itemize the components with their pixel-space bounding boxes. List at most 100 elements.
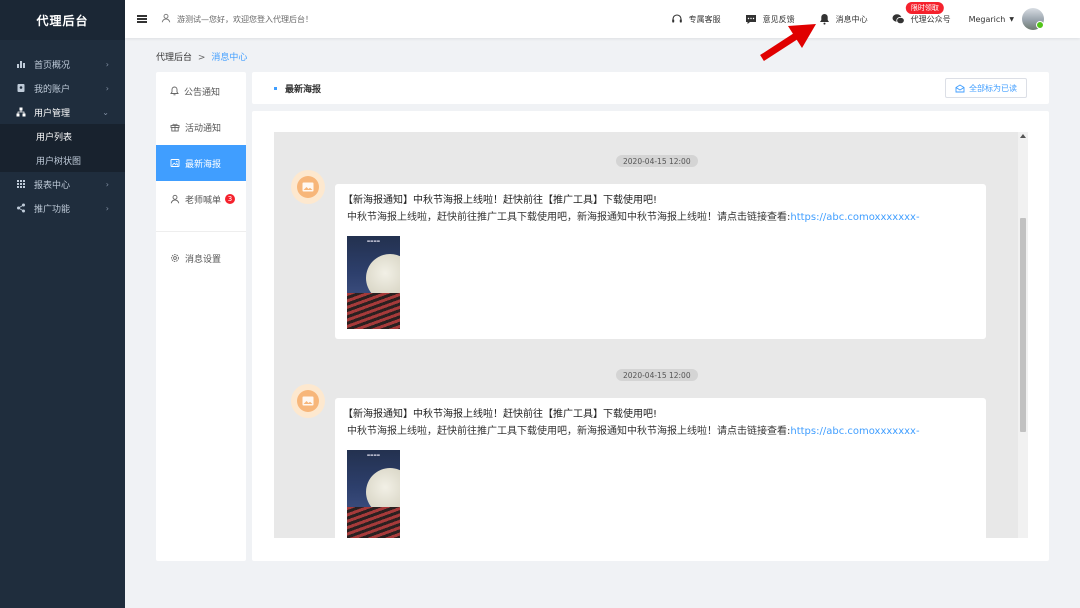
message-bubble: 【新海报通知】中秋节海报上线啦！赶快前往【推广工具】下载使用吧! 中秋节海报上线… <box>335 398 986 538</box>
message-bubble: 【新海报通知】中秋节海报上线啦！赶快前往【推广工具】下载使用吧! 中秋节海报上线… <box>335 184 986 339</box>
envelope-open-icon <box>955 83 965 93</box>
share-icon <box>16 203 26 213</box>
message-link[interactable]: https://abc.comoxxxxxxx- <box>790 212 919 223</box>
mark-all-read-button[interactable]: 全部标为已读 <box>945 78 1027 98</box>
unread-count-badge: 3 <box>225 194 236 204</box>
title-marker <box>274 86 277 90</box>
image-placeholder-icon <box>302 182 314 192</box>
message-timestamp: 2020-04-15 12:00 <box>616 155 698 167</box>
welcome-message: 游测试—您好，欢迎您登入代理后台！ <box>161 13 313 25</box>
panel-title: 最新海报 <box>285 84 322 95</box>
message-title: 【新海报通知】中秋节海报上线啦！赶快前往【推广工具】下载使用吧! <box>343 195 658 206</box>
username: Megarich <box>968 14 1006 24</box>
message-link[interactable]: https://abc.comoxxxxxxx- <box>790 426 919 437</box>
message-center-label: 消息中心 <box>835 14 868 24</box>
nav-label: 老师喊单 <box>185 195 222 206</box>
poster-thumbnail[interactable]: ▬▬▬▬ <box>347 236 400 329</box>
sidebar-subitem-user-list[interactable]: 用户列表 <box>0 124 125 148</box>
sidebar-item-promotion[interactable]: 推广功能 › <box>0 196 125 220</box>
chevron-right-icon: › <box>105 203 109 213</box>
breadcrumb-root[interactable]: 代理后台 <box>156 53 192 63</box>
gear-icon <box>170 253 180 263</box>
avatar[interactable] <box>1022 8 1044 30</box>
breadcrumb: 代理后台 > 消息中心 <box>156 50 247 63</box>
bar-chart-icon <box>16 59 26 69</box>
message-title: 【新海报通知】中秋节海报上线啦！赶快前往【推广工具】下载使用吧! <box>343 409 658 420</box>
poster-header-decoration: ▬▬▬▬ <box>366 453 381 457</box>
bell-icon <box>170 86 179 96</box>
wechat-icon <box>892 13 905 25</box>
message-body: 中秋节海报上线啦，赶快前往推广工具下载使用吧，新海报通知中秋节海报上线啦！请点击… <box>343 211 978 225</box>
breadcrumb-separator: > <box>197 53 206 63</box>
sender-avatar <box>291 384 325 418</box>
promo-badge: 限时领取 <box>905 2 944 14</box>
nav-activities[interactable]: 活动通知 <box>156 109 246 145</box>
message-body-text: 中秋节海报上线啦，赶快前往推广工具下载使用吧，新海报通知中秋节海报上线啦！请点击… <box>347 212 791 223</box>
poster-header-decoration: ▬▬▬▬ <box>366 239 381 243</box>
message-body-text: 中秋节海报上线啦，赶快前往推广工具下载使用吧，新海报通知中秋节海报上线啦！请点击… <box>347 426 791 437</box>
user-outline-icon <box>161 13 171 25</box>
wechat-label: 代理公众号 <box>910 14 951 24</box>
annotation-arrow-icon <box>760 24 816 61</box>
org-tree-icon <box>16 107 26 117</box>
sidebar-item-label: 首页概况 <box>34 60 71 71</box>
poster-roof <box>347 293 400 329</box>
sidebar-item-label: 用户管理 <box>34 108 71 119</box>
nav-teacher-calls[interactable]: 老师喊单 3 <box>156 181 246 217</box>
top-header: 游测试—您好，欢迎您登入代理后台！ 专属客服 意见反馈 消息中心 限时领取 代理… <box>125 0 1080 38</box>
comment-icon <box>745 13 757 25</box>
chevron-right-icon: › <box>105 59 109 69</box>
sidebar-submenu: 用户列表 用户树状图 <box>0 124 125 172</box>
nav-label: 活动通知 <box>185 123 222 134</box>
nav-label: 消息设置 <box>185 254 222 265</box>
nav-announcements[interactable]: 公告通知 <box>156 73 246 109</box>
header-actions: 专属客服 意见反馈 消息中心 限时领取 代理公众号 Megarich ▼ <box>659 0 1080 38</box>
sidebar-item-label: 报表中心 <box>34 180 71 191</box>
bell-icon <box>819 13 830 25</box>
nav-latest-posters[interactable]: 最新海报 <box>156 145 246 181</box>
sidebar-item-user-management[interactable]: 用户管理 ⌄ <box>0 100 125 124</box>
sidebar-menu: 首页概况 › 我的账户 › 用户管理 ⌄ 用户列表 用户树状图 报表中心 › 推… <box>0 52 125 220</box>
sidebar-subitem-user-tree[interactable]: 用户树状图 <box>0 148 125 172</box>
menu-toggle-icon[interactable] <box>137 15 147 23</box>
nav-divider <box>156 231 246 232</box>
message-content-card: 2020-04-15 12:00 【新海报通知】中秋节海报上线啦！赶快前往【推广… <box>252 111 1049 561</box>
wechat-account-button[interactable]: 限时领取 代理公众号 <box>880 0 963 38</box>
caret-down-icon: ▼ <box>1009 15 1014 23</box>
app-logo: 代理后台 <box>0 0 125 40</box>
breadcrumb-current: 消息中心 <box>211 53 248 63</box>
chevron-right-icon: › <box>105 83 109 93</box>
message-timestamp: 2020-04-15 12:00 <box>616 369 698 381</box>
scroll-up-arrow-icon[interactable] <box>1020 134 1026 138</box>
gift-icon <box>170 122 180 132</box>
feed-scrollbar[interactable] <box>1018 132 1028 538</box>
message-body: 中秋节海报上线啦，赶快前往推广工具下载使用吧，新海报通知中秋节海报上线啦！请点击… <box>343 425 978 439</box>
poster-roof <box>347 507 400 538</box>
message-category-nav: 公告通知 活动通知 最新海报 老师喊单 3 消息设置 <box>156 72 246 561</box>
support-button[interactable]: 专属客服 <box>659 0 733 38</box>
image-placeholder-icon <box>302 396 314 406</box>
sidebar: 代理后台 首页概况 › 我的账户 › 用户管理 ⌄ 用户列表 用户树状图 报表中… <box>0 0 125 608</box>
user-menu[interactable]: Megarich ▼ <box>963 8 1080 30</box>
mark-all-read-label: 全部标为已读 <box>969 83 1017 93</box>
headset-icon <box>671 13 683 25</box>
image-icon <box>170 158 180 168</box>
grid-icon <box>16 179 26 189</box>
nav-label: 公告通知 <box>184 87 221 98</box>
panel-header: 最新海报 全部标为已读 <box>252 72 1049 104</box>
sidebar-item-home[interactable]: 首页概况 › <box>0 52 125 76</box>
sender-avatar <box>291 170 325 204</box>
sidebar-item-label: 我的账户 <box>34 84 71 95</box>
poster-thumbnail[interactable]: ▬▬▬▬ <box>347 450 400 538</box>
account-book-icon <box>16 83 26 93</box>
user-icon <box>170 194 180 204</box>
message-feed[interactable]: 2020-04-15 12:00 【新海报通知】中秋节海报上线啦！赶快前往【推广… <box>274 132 1028 538</box>
support-label: 专属客服 <box>688 14 721 24</box>
welcome-text: 游测试—您好，欢迎您登入代理后台！ <box>177 14 313 24</box>
sidebar-item-account[interactable]: 我的账户 › <box>0 76 125 100</box>
nav-label: 最新海报 <box>185 159 222 170</box>
scroll-thumb[interactable] <box>1020 218 1026 432</box>
sidebar-item-reports[interactable]: 报表中心 › <box>0 172 125 196</box>
chevron-right-icon: › <box>105 179 109 189</box>
nav-message-settings[interactable]: 消息设置 <box>156 240 246 276</box>
